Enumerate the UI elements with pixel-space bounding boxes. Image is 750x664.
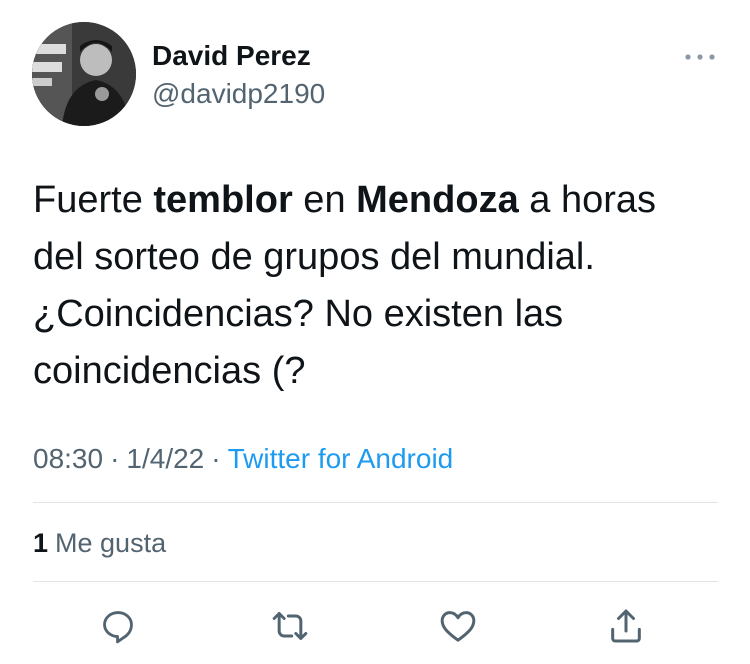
likes-summary[interactable]: 1 Me gusta <box>33 528 166 559</box>
bold-word: Mendoza <box>356 179 519 221</box>
text-segment: a horas <box>518 179 657 221</box>
text-segment: en <box>292 179 357 221</box>
divider <box>33 581 718 582</box>
share-icon <box>611 609 641 643</box>
text-segment: Fuerte <box>33 179 154 221</box>
avatar-photo <box>32 22 136 126</box>
separator: · <box>211 443 221 474</box>
reply-icon <box>103 611 133 644</box>
more-icon <box>685 54 715 60</box>
likes-count: 1 <box>33 528 49 558</box>
retweet-button[interactable] <box>270 606 310 646</box>
heart-icon <box>440 611 476 642</box>
retweet-icon <box>272 612 308 640</box>
tweet-date[interactable]: 1/4/22 <box>126 443 204 474</box>
tweet-time[interactable]: 08:30 <box>33 443 103 474</box>
separator: · <box>110 443 120 474</box>
tweet-line-4: coincidencias (? <box>33 350 306 392</box>
author-handle[interactable]: @davidp2190 <box>152 78 325 110</box>
tweet-meta: 08:30 · 1/4/22 · Twitter for Android <box>33 443 453 475</box>
tweet-line-2: del sorteo de grupos del mundial. <box>33 236 595 278</box>
share-button[interactable] <box>606 606 646 646</box>
tweet-line-1: Fuerte temblor en Mendoza a horas <box>33 172 733 229</box>
author-name[interactable]: David Perez <box>152 40 311 72</box>
reply-button[interactable] <box>98 606 138 646</box>
tweet-line-3: ¿Coincidencias? No existen las <box>33 293 564 335</box>
tweet-card: David Perez @davidp2190 Fuerte temblor e… <box>0 0 750 664</box>
divider <box>33 502 718 503</box>
tweet-text: Fuerte temblor en Mendoza a horas del so… <box>33 172 733 400</box>
like-button[interactable] <box>438 606 478 646</box>
bold-word: temblor <box>153 179 293 221</box>
more-options-button[interactable] <box>682 46 718 68</box>
avatar[interactable] <box>32 22 136 126</box>
tweet-source-link[interactable]: Twitter for Android <box>228 443 454 474</box>
likes-label: Me gusta <box>55 528 167 558</box>
